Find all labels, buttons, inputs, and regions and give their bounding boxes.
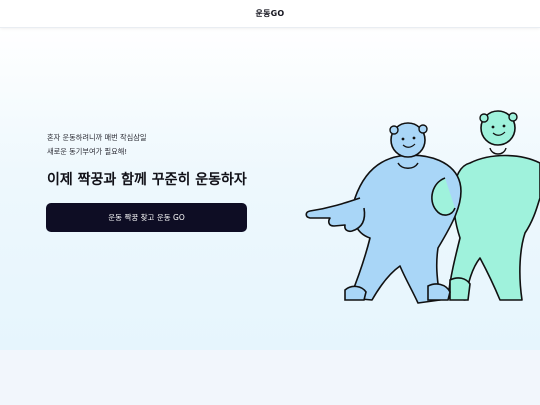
logo[interactable]: 운동GO	[256, 8, 285, 19]
hero-subtitle-line1: 혼자 운동하려니까 매번 작심삼일	[47, 133, 147, 142]
page-background-lower	[0, 350, 540, 405]
hero-headline: 이제 짝꿍과 함께 꾸준히 운동하자	[47, 172, 247, 188]
top-navbar: 운동GO	[0, 0, 540, 28]
blue-character	[305, 122, 462, 304]
hero-section: 혼자 운동하려니까 매번 작심삼일 새로운 동기부여가 필요해! 이제 짝꿍과 …	[0, 28, 540, 350]
find-partner-button[interactable]: 운동 짝꿍 찾고 운동 GO	[46, 203, 247, 232]
hero-illustration	[305, 110, 540, 304]
hero-subtitle-line2: 새로운 동기부여가 필요해!	[47, 147, 128, 156]
mint-character	[447, 110, 540, 301]
